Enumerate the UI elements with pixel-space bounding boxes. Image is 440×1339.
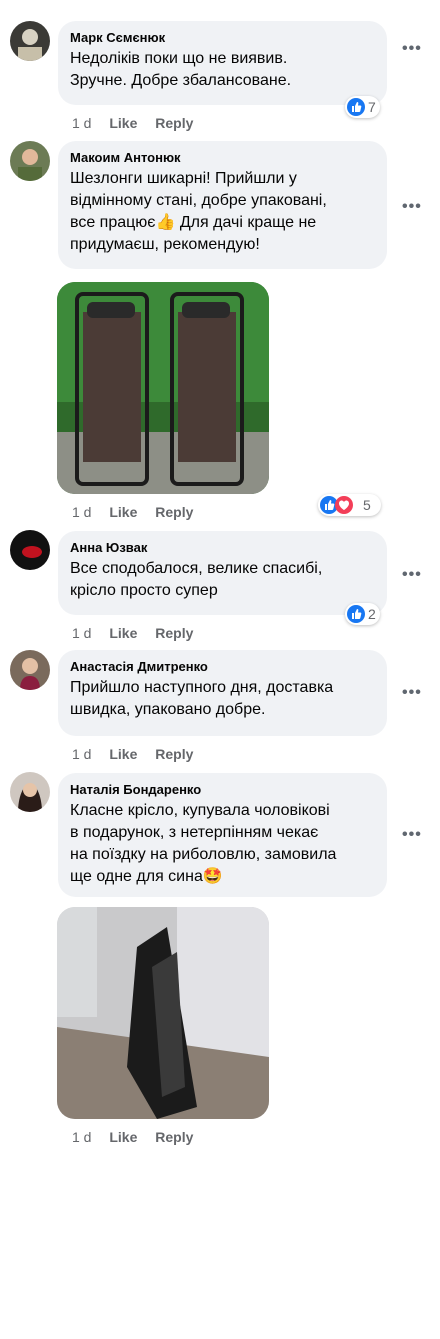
comment-photo[interactable] (57, 282, 269, 494)
like-button[interactable]: Like (109, 746, 137, 762)
comment-text: Все сподобалося, велике спасибі, крісло … (70, 560, 323, 599)
more-options-icon[interactable]: ••• (402, 566, 422, 584)
comment-actions: 1 d Like Reply (72, 745, 207, 763)
reaction-summary[interactable]: 7 (345, 96, 380, 118)
like-icon (347, 98, 365, 116)
reply-button[interactable]: Reply (155, 504, 193, 520)
comment-author[interactable]: Анна Юзвак (70, 539, 375, 556)
comment-bubble: Наталія Бондаренко Класне крісло, купува… (58, 773, 387, 897)
reaction-summary[interactable]: 5 (318, 494, 381, 516)
like-button[interactable]: Like (109, 625, 137, 641)
like-button[interactable]: Like (109, 115, 137, 131)
comment-author[interactable]: Анастасія Дмитренко (70, 658, 375, 675)
like-icon (347, 605, 365, 623)
avatar[interactable] (10, 21, 50, 61)
comment-text: Прийшло наступного дня, доставка швидка,… (70, 679, 334, 718)
reaction-count: 2 (368, 606, 376, 622)
comment-actions: 1 d Like Reply (72, 503, 207, 521)
reaction-count: 7 (368, 99, 376, 115)
comment-actions: 1 d Like Reply (72, 1128, 207, 1146)
comment-author[interactable]: Макоим Антонюк (70, 149, 375, 166)
avatar[interactable] (10, 650, 50, 690)
comment-actions: 1 d Like Reply (72, 114, 207, 132)
avatar[interactable] (10, 530, 50, 570)
more-options-icon[interactable]: ••• (402, 198, 422, 216)
more-options-icon[interactable]: ••• (402, 684, 422, 702)
comment-time[interactable]: 1 d (72, 504, 91, 520)
reply-button[interactable]: Reply (155, 746, 193, 762)
comment-text: Класне крісло, купувала чоловікові в под… (70, 802, 337, 885)
avatar[interactable] (10, 141, 50, 181)
like-button[interactable]: Like (109, 1129, 137, 1145)
more-options-icon[interactable]: ••• (402, 40, 422, 58)
comment-bubble: Анна Юзвак Все сподобалося, велике спаси… (58, 531, 387, 615)
comment-time[interactable]: 1 d (72, 115, 91, 131)
love-icon (335, 496, 353, 514)
comment-text: Недоліків поки що не виявив. Зручне. Доб… (70, 50, 292, 89)
like-button[interactable]: Like (109, 504, 137, 520)
comment-time[interactable]: 1 d (72, 1129, 91, 1145)
avatar[interactable] (10, 772, 50, 812)
reply-button[interactable]: Reply (155, 625, 193, 641)
comment-bubble: Марк Сємєнюк Недоліків поки що не виявив… (58, 21, 387, 105)
comment-bubble: Макоим Антонюк Шезлонги шикарні! Прийшли… (58, 141, 387, 269)
comment-time[interactable]: 1 d (72, 625, 91, 641)
reaction-summary[interactable]: 2 (345, 603, 380, 625)
reply-button[interactable]: Reply (155, 115, 193, 131)
comment-text: Шезлонги шикарні! Прийшли у відмінному с… (70, 170, 327, 253)
reaction-count: 5 (363, 497, 371, 513)
comment-author[interactable]: Наталія Бондаренко (70, 781, 375, 798)
comment-bubble: Анастасія Дмитренко Прийшло наступного д… (58, 650, 387, 736)
more-options-icon[interactable]: ••• (402, 826, 422, 844)
comment-time[interactable]: 1 d (72, 746, 91, 762)
comment-photo[interactable] (57, 907, 269, 1119)
comment-actions: 1 d Like Reply (72, 624, 207, 642)
comment-author[interactable]: Марк Сємєнюк (70, 29, 375, 46)
reply-button[interactable]: Reply (155, 1129, 193, 1145)
